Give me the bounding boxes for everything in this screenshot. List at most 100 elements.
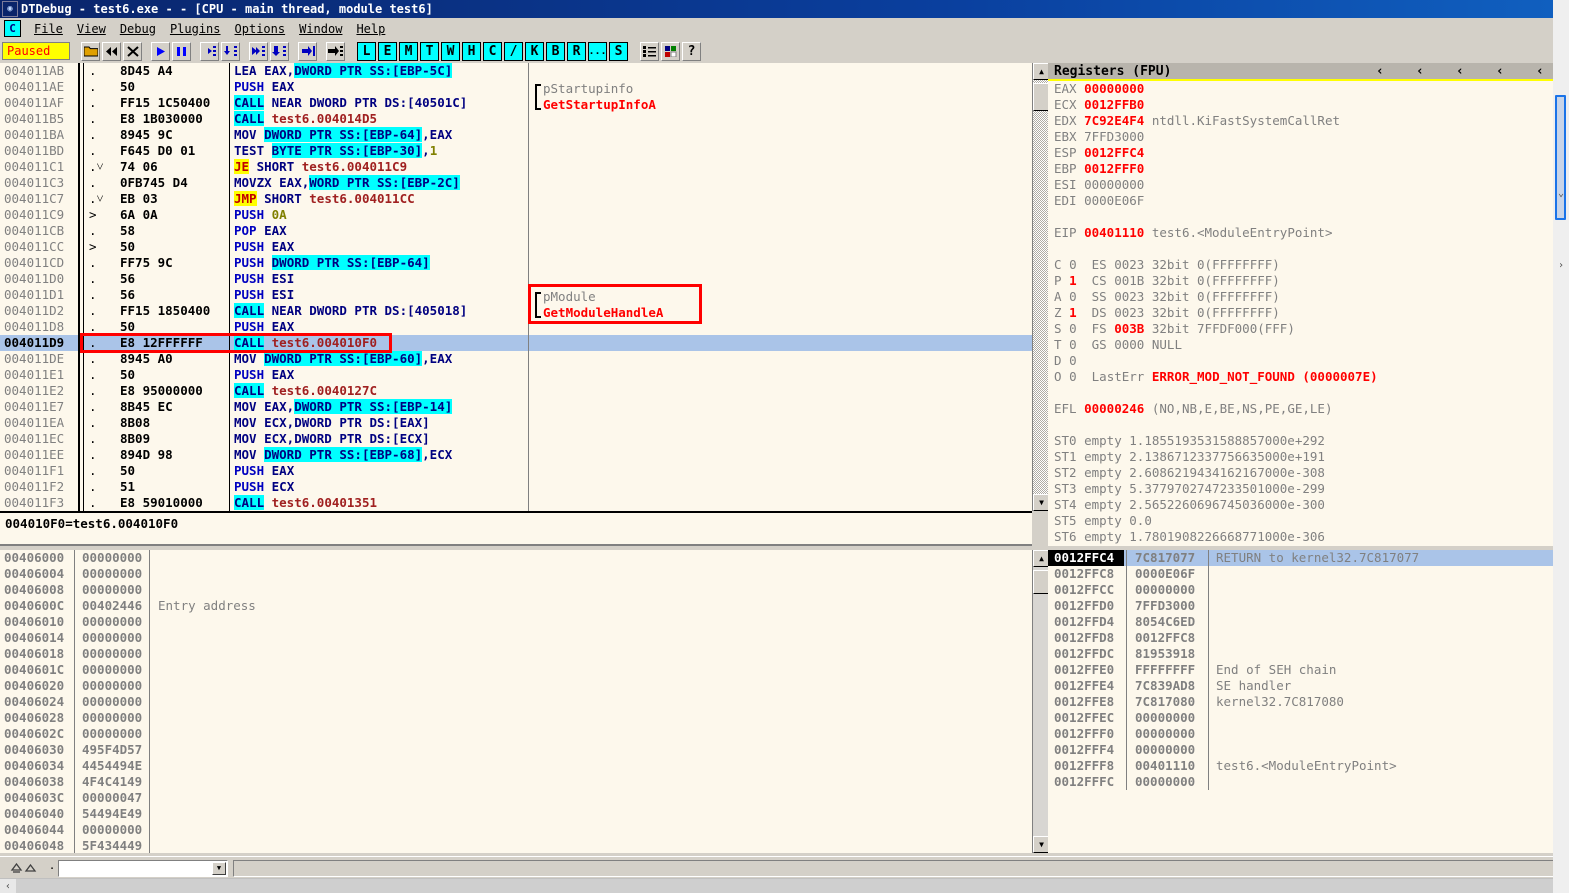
toolbar-source-button[interactable]: S <box>609 42 628 61</box>
stack-row[interactable]: 0012FFE87C817080kernel32.7C817080 <box>1048 694 1569 710</box>
open-file-icon[interactable] <box>81 42 100 61</box>
register-row[interactable]: ST7 empty 2.2252300403504330000e-307 <box>1048 545 1569 546</box>
scrollbar-track[interactable] <box>16 879 1553 893</box>
stack-row[interactable]: 0012FFE47C839AD8SE handler <box>1048 678 1569 694</box>
chevron-right-icon[interactable]: › <box>1553 260 1569 271</box>
register-row[interactable]: EBX 7FFD3000 <box>1048 129 1569 145</box>
dump-row[interactable]: 0040601C00000000 <box>0 662 1032 678</box>
scrollbar-thumb[interactable] <box>1555 95 1566 220</box>
register-row[interactable]: EIP 00401110 test6.<ModuleEntryPoint> <box>1048 225 1569 241</box>
window-horizontal-scrollbar[interactable]: ‹ <box>0 878 1553 893</box>
register-row[interactable]: ECX 0012FFB0 <box>1048 97 1569 113</box>
step-over-icon[interactable] <box>221 42 240 61</box>
dump-row[interactable]: 004060485F434449 <box>0 838 1032 853</box>
register-row[interactable]: EDX 7C92E4F4 ntdll.KiFastSystemCallRet <box>1048 113 1569 129</box>
toolbar-memory-button[interactable]: M <box>399 42 418 61</box>
stack-row[interactable]: 0012FFDC81953918 <box>1048 646 1569 662</box>
execute-till-cursor-icon[interactable] <box>326 42 345 61</box>
dump-row[interactable]: 0040601800000000 <box>0 646 1032 662</box>
dump-row[interactable]: 0040602400000000 <box>0 694 1032 710</box>
toolbar-call-stack-button[interactable]: K <box>525 42 544 61</box>
register-row[interactable]: EBP 0012FFF0 <box>1048 161 1569 177</box>
window-vertical-scrollbar[interactable]: ⌄ › <box>1553 0 1569 893</box>
execute-till-return-icon[interactable] <box>298 42 317 61</box>
cpu-window-icon[interactable]: C <box>4 20 21 37</box>
flag-row[interactable]: Z 1 DS 0023 32bit 0(FFFFFFFF) <box>1048 305 1569 321</box>
run-icon[interactable] <box>151 42 170 61</box>
dump-row[interactable]: 004060384F4C4149 <box>0 774 1032 790</box>
toolbar-threads-button[interactable]: T <box>420 42 439 61</box>
dump-row[interactable]: 0040601000000000 <box>0 614 1032 630</box>
toolbar-references-button[interactable]: R <box>567 42 586 61</box>
dump-row[interactable]: 0040602800000000 <box>0 710 1032 726</box>
toolbar-patches-button[interactable]: / <box>504 42 523 61</box>
toolbar-cpu-button[interactable]: C <box>483 42 502 61</box>
flag-row[interactable]: D 0 <box>1048 353 1569 369</box>
options-list-icon[interactable] <box>640 42 659 61</box>
flag-row[interactable]: C 0 ES 0023 32bit 0(FFFFFFFF) <box>1048 257 1569 273</box>
register-row[interactable]: EFL 00000246 (NO,NB,E,BE,NS,PE,GE,LE) <box>1048 401 1569 417</box>
flag-row[interactable]: O 0 LastErr ERROR_MOD_NOT_FOUND (0000007… <box>1048 369 1569 385</box>
dump-row[interactable]: 0040603C00000047 <box>0 790 1032 806</box>
toolbar-run-trace-button[interactable]: ... <box>588 42 607 61</box>
dump-scrollbar[interactable]: ▲ ▼ <box>1032 550 1049 853</box>
dump-row[interactable]: 00406030495F4D57 <box>0 742 1032 758</box>
scrollbar-track[interactable] <box>1033 567 1049 836</box>
toolbar-breakpoints-button[interactable]: B <box>546 42 565 61</box>
chevron-down-icon[interactable]: ▼ <box>212 862 226 875</box>
pause-icon[interactable] <box>172 42 191 61</box>
menu-item-view[interactable]: View <box>70 20 113 38</box>
dump-row[interactable]: 0040604400000000 <box>0 822 1032 838</box>
stack-row[interactable]: 0012FFFC00000000 <box>1048 774 1569 790</box>
register-row[interactable]: ST6 empty 1.7801908226668771000e-306 <box>1048 529 1569 545</box>
stack-row[interactable]: 0012FFF800401110test6.<ModuleEntryPoint> <box>1048 758 1569 774</box>
help-icon[interactable]: ? <box>682 42 701 61</box>
dump-row[interactable]: 0040602C00000000 <box>0 726 1032 742</box>
scroll-left-button[interactable]: ‹ <box>0 881 16 892</box>
register-row[interactable]: ST2 empty 2.6086219434162167000e-308 <box>1048 465 1569 481</box>
menu-item-file[interactable]: File <box>27 20 70 38</box>
flag-row[interactable]: T 0 GS 0000 NULL <box>1048 337 1569 353</box>
dump-row[interactable]: 0040602000000000 <box>0 678 1032 694</box>
register-row[interactable]: ST3 empty 5.3779702747233501000e-299 <box>1048 481 1569 497</box>
stack-row[interactable]: 0012FFCC00000000 <box>1048 582 1569 598</box>
register-row[interactable]: ST5 empty 0.0 <box>1048 513 1569 529</box>
stack-row[interactable]: 0012FFF400000000 <box>1048 742 1569 758</box>
register-row[interactable]: ESP 0012FFC4 <box>1048 145 1569 161</box>
toolbar-handles-button[interactable]: H <box>462 42 481 61</box>
close-icon[interactable] <box>123 42 142 61</box>
chevron-left-icon-3[interactable]: ‹ <box>1456 64 1464 79</box>
stack-row[interactable]: 0012FFC47C817077RETURN to kernel32.7C817… <box>1048 550 1569 566</box>
register-row[interactable]: EDI 0000E06F <box>1048 193 1569 209</box>
dump-row[interactable]: 0040601400000000 <box>0 630 1032 646</box>
chevron-left-icon-1[interactable]: ‹ <box>1376 64 1384 79</box>
register-row[interactable]: EAX 00000000 <box>1048 81 1569 97</box>
toolbar-executable-modules-button[interactable]: E <box>378 42 397 61</box>
trace-over-icon[interactable] <box>270 42 289 61</box>
dump-row[interactable]: 0040600800000000 <box>0 582 1032 598</box>
chevron-left-icon-4[interactable]: ‹ <box>1496 64 1504 79</box>
menu-item-window[interactable]: Window <box>292 20 349 38</box>
stack-row[interactable]: 0012FFD80012FFC8 <box>1048 630 1569 646</box>
dump-row[interactable]: 0040600C00402446Entry address <box>0 598 1032 614</box>
register-row[interactable]: ST0 empty 1.1855193531588857000e+292 <box>1048 433 1569 449</box>
stack-row[interactable]: 0012FFC80000E06F <box>1048 566 1569 582</box>
stack-row[interactable]: 0012FFF000000000 <box>1048 726 1569 742</box>
restart-icon[interactable] <box>102 42 121 61</box>
stack-row[interactable]: 0012FFD07FFD3000 <box>1048 598 1569 614</box>
registers-pane[interactable]: Registers (FPU) ‹ ‹ ‹ ‹ ‹ EAX 00000000EC… <box>1048 63 1569 546</box>
menu-item-options[interactable]: Options <box>228 20 293 38</box>
toolbar-log-button[interactable]: L <box>357 42 376 61</box>
chevron-left-icon-5[interactable]: ‹ <box>1536 64 1544 79</box>
command-combo[interactable]: ▼ <box>58 860 228 877</box>
dump-row[interactable]: 0040600000000000 <box>0 550 1032 566</box>
stack-row[interactable]: 0012FFEC00000000 <box>1048 710 1569 726</box>
flag-row[interactable]: A 0 SS 0023 32bit 0(FFFFFFFF) <box>1048 289 1569 305</box>
flag-row[interactable]: P 1 CS 001B 32bit 0(FFFFFFFF) <box>1048 273 1569 289</box>
scrollbar-track[interactable] <box>1033 80 1049 494</box>
app-icon[interactable]: ◉ <box>2 1 18 17</box>
register-row[interactable]: ST1 empty 2.1386712337756635000e+191 <box>1048 449 1569 465</box>
menu-item-plugins[interactable]: Plugins <box>163 20 228 38</box>
chevron-down-icon[interactable]: ⌄ <box>1553 188 1569 199</box>
toolbar-windows-button[interactable]: W <box>441 42 460 61</box>
